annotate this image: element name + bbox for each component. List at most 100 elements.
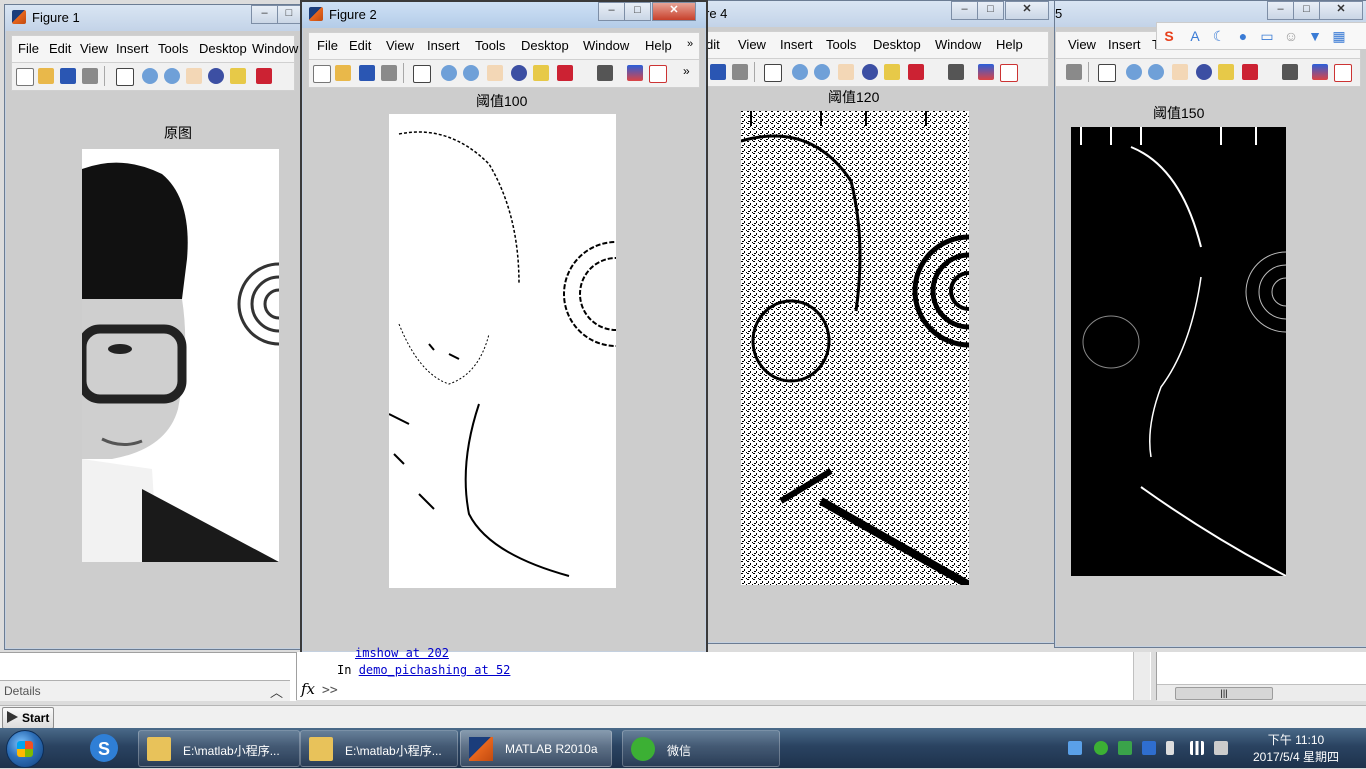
taskbar-item-matlab[interactable]: MATLAB R2010a — [460, 730, 612, 767]
security-shield-icon[interactable] — [1118, 741, 1132, 755]
minimize-button[interactable]: – — [951, 1, 978, 20]
details-bar[interactable]: Details ︿ — [0, 680, 290, 701]
figure-2-titlebar[interactable]: Figure 2 – □ ✕ — [302, 2, 706, 28]
new-figure-icon[interactable] — [16, 68, 34, 86]
shirt-icon[interactable]: ▼ — [1307, 28, 1323, 44]
new-figure-icon[interactable] — [313, 65, 331, 83]
legend-icon[interactable] — [649, 65, 667, 83]
brush-icon[interactable] — [256, 68, 272, 84]
pan-hand-icon[interactable] — [838, 64, 854, 80]
zoom-in-icon[interactable] — [441, 65, 457, 81]
battery-icon[interactable] — [1166, 741, 1174, 755]
menu-edit[interactable]: Edit — [349, 38, 371, 53]
system-clock[interactable]: 下午 11:10 2017/5/4 星期四 — [1240, 732, 1352, 766]
open-file-icon[interactable] — [38, 68, 54, 84]
data-cursor-icon[interactable] — [1218, 64, 1234, 80]
colorbar-icon[interactable] — [978, 64, 994, 80]
menu-window[interactable]: Window — [583, 38, 629, 53]
menu-tools[interactable]: Tools — [158, 41, 188, 56]
brush-icon[interactable] — [908, 64, 924, 80]
colorbar-icon[interactable] — [1312, 64, 1328, 80]
legend-icon[interactable] — [1000, 64, 1018, 82]
link-plot-icon[interactable] — [1282, 64, 1298, 80]
menu-help[interactable]: Help — [996, 37, 1023, 52]
print-icon[interactable] — [82, 68, 98, 84]
signal-icon[interactable] — [1190, 741, 1204, 755]
menu-insert[interactable]: Insert — [780, 37, 813, 52]
keyboard-icon[interactable]: ▭ — [1259, 28, 1275, 44]
zoom-out-icon[interactable] — [814, 64, 830, 80]
menu-desktop[interactable]: Desktop — [521, 38, 569, 53]
rotate-3d-icon[interactable] — [208, 68, 224, 84]
menu-window[interactable]: Window — [935, 37, 981, 52]
rotate-3d-icon[interactable] — [511, 65, 527, 81]
menu-file[interactable]: File — [18, 41, 39, 56]
data-cursor-icon[interactable] — [884, 64, 900, 80]
network-config-icon[interactable] — [1068, 741, 1082, 755]
figure-1-window[interactable]: Figure 1 – □ File Edit View Insert Tools… — [4, 4, 302, 650]
legend-icon[interactable] — [1334, 64, 1352, 82]
link-plot-icon[interactable] — [597, 65, 613, 81]
save-icon[interactable] — [60, 68, 76, 84]
windows-start-orb[interactable] — [6, 730, 44, 768]
brush-icon[interactable] — [557, 65, 573, 81]
menu-tools[interactable]: Tools — [826, 37, 856, 52]
maximize-button[interactable]: □ — [977, 1, 1004, 20]
select-arrow-icon[interactable] — [116, 68, 134, 86]
moon-icon[interactable]: ☾ — [1211, 28, 1227, 44]
user-icon[interactable]: ☺ — [1283, 28, 1299, 44]
menu-tools[interactable]: Tools — [475, 38, 505, 53]
taskbar-item-folder-2[interactable]: E:\matlab小程序... — [300, 730, 458, 767]
horizontal-scrollbar[interactable]: ||| — [1157, 684, 1366, 701]
menu-edit[interactable]: Edit — [49, 41, 71, 56]
menu-file[interactable]: File — [317, 38, 338, 53]
menu-view[interactable]: View — [80, 41, 108, 56]
minimize-button[interactable]: – — [1267, 1, 1294, 20]
menu-desktop[interactable]: Desktop — [873, 37, 921, 52]
microphone-icon[interactable]: ● — [1235, 28, 1251, 44]
select-arrow-icon[interactable] — [1098, 64, 1116, 82]
zoom-in-icon[interactable] — [142, 68, 158, 84]
grid-icon[interactable]: ▦ — [1331, 28, 1347, 44]
maximize-button[interactable]: □ — [624, 2, 651, 21]
print-icon[interactable] — [1066, 64, 1082, 80]
taskbar-item-folder-1[interactable]: E:\matlab小程序... — [138, 730, 300, 767]
figure-2-window[interactable]: Figure 2 – □ ✕ File Edit View Insert Too… — [300, 0, 708, 654]
fx-icon[interactable]: fx — [301, 680, 315, 698]
open-file-icon[interactable] — [335, 65, 351, 81]
zoom-out-icon[interactable] — [463, 65, 479, 81]
menu-overflow-icon[interactable]: » — [687, 38, 693, 50]
pan-hand-icon[interactable] — [186, 68, 202, 84]
zoom-out-icon[interactable] — [164, 68, 180, 84]
menu-view[interactable]: View — [1068, 37, 1096, 52]
data-cursor-icon[interactable] — [230, 68, 246, 84]
zoom-in-icon[interactable] — [1126, 64, 1142, 80]
save-icon[interactable] — [710, 64, 726, 80]
toolbar-overflow-icon[interactable]: » — [683, 64, 690, 78]
minimize-button[interactable]: – — [598, 2, 625, 21]
close-button[interactable]: ✕ — [1319, 1, 1363, 20]
rotate-3d-icon[interactable] — [1196, 64, 1212, 80]
menu-view[interactable]: View — [738, 37, 766, 52]
zoom-in-icon[interactable] — [792, 64, 808, 80]
pan-hand-icon[interactable] — [1172, 64, 1188, 80]
save-icon[interactable] — [359, 65, 375, 81]
sogou-s-icon[interactable]: S — [1161, 28, 1177, 44]
wechat-tray-icon[interactable] — [1094, 741, 1108, 755]
print-icon[interactable] — [732, 64, 748, 80]
command-history-partial[interactable]: imshow at 202 — [355, 646, 449, 660]
menu-edit[interactable]: dit — [706, 37, 720, 52]
maximize-button[interactable]: □ — [277, 5, 301, 24]
volume-icon[interactable] — [1214, 741, 1228, 755]
brush-icon[interactable] — [1242, 64, 1258, 80]
colorbar-icon[interactable] — [627, 65, 643, 81]
command-link[interactable]: demo_pichashing at 52 — [359, 663, 511, 677]
menu-window[interactable]: Window — [252, 41, 298, 56]
pan-hand-icon[interactable] — [487, 65, 503, 81]
menu-view[interactable]: View — [386, 38, 414, 53]
menu-help[interactable]: Help — [645, 38, 672, 53]
taskbar-item-wechat[interactable]: 微信 — [622, 730, 780, 767]
command-window[interactable]: imshow at 202 In demo_pichashing at 52 f… — [296, 646, 1151, 700]
figure-5-window[interactable]: 5 – □ ✕ View Insert T 阈值150 — [1054, 0, 1366, 648]
matlab-start-button[interactable]: Start — [2, 707, 54, 729]
